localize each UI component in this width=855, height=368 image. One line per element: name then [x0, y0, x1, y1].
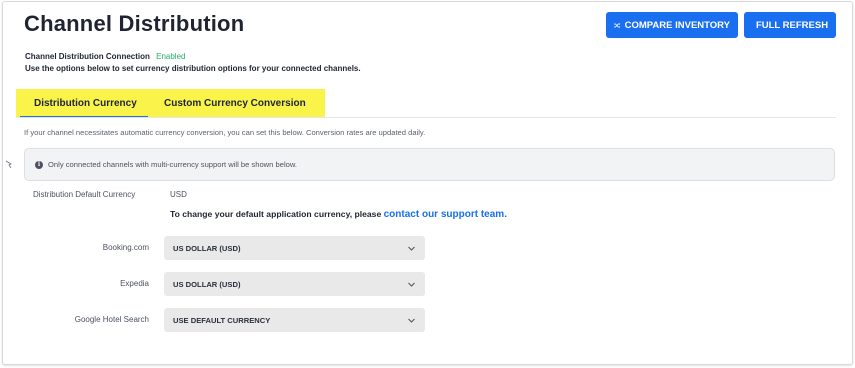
- compare-inventory-button[interactable]: COMPARE INVENTORY: [606, 12, 738, 38]
- connection-description: Use the options below to set currency di…: [25, 64, 361, 73]
- expedia-currency-value: US DOLLAR (USD): [173, 279, 241, 289]
- tab-distribution-currency[interactable]: Distribution Currency: [16, 89, 148, 118]
- connection-label: Channel Distribution Connection: [25, 52, 150, 61]
- contact-support-link[interactable]: contact our support team.: [384, 209, 507, 220]
- tab-custom-currency-conversion[interactable]: Custom Currency Conversion: [148, 89, 306, 117]
- tab-bar: Distribution Currency Custom Currency Co…: [16, 89, 325, 118]
- info-circle-icon: i: [35, 160, 43, 169]
- expedia-currency-select[interactable]: US DOLLAR (USD): [164, 272, 425, 296]
- top-actions: COMPARE INVENTORY FULL REFRESH: [606, 12, 836, 38]
- channel-label-expedia: Expedia: [120, 279, 149, 288]
- chevron-down-icon: [408, 282, 415, 287]
- connection-status-badge: Enabled: [156, 52, 186, 61]
- booking-currency-select[interactable]: US DOLLAR (USD): [164, 236, 425, 260]
- full-refresh-button[interactable]: FULL REFRESH: [744, 12, 836, 38]
- mouse-cursor-icon: [5, 160, 12, 169]
- conversion-info-text: If your channel necessitates automatic c…: [24, 128, 426, 137]
- default-currency-value: USD: [170, 190, 187, 199]
- support-note: To change your default application curre…: [170, 209, 507, 220]
- chevron-down-icon: [408, 318, 415, 323]
- full-refresh-label: FULL REFRESH: [755, 19, 829, 31]
- support-note-text: To change your default application curre…: [170, 209, 384, 219]
- chevron-down-icon: [408, 246, 415, 251]
- connection-status-line: Channel Distribution Connection Enabled: [25, 52, 185, 61]
- tab-divider: [16, 117, 836, 118]
- google-hotel-currency-select[interactable]: USE DEFAULT CURRENCY: [164, 308, 425, 332]
- notice-text: Only connected channels with multi-curre…: [48, 160, 298, 169]
- page-title: Channel Distribution: [24, 11, 245, 36]
- channel-label-booking: Booking.com: [102, 243, 149, 252]
- compare-inventory-label: COMPARE INVENTORY: [624, 19, 730, 31]
- notice-box: i Only connected channels with multi-cur…: [24, 148, 835, 181]
- channel-label-google-hotel-search: Google Hotel Search: [74, 315, 149, 324]
- google-hotel-currency-value: USE DEFAULT CURRENCY: [173, 315, 271, 325]
- booking-currency-value: US DOLLAR (USD): [173, 243, 241, 253]
- default-currency-label: Distribution Default Currency: [33, 190, 136, 199]
- shuffle-icon: [614, 22, 621, 28]
